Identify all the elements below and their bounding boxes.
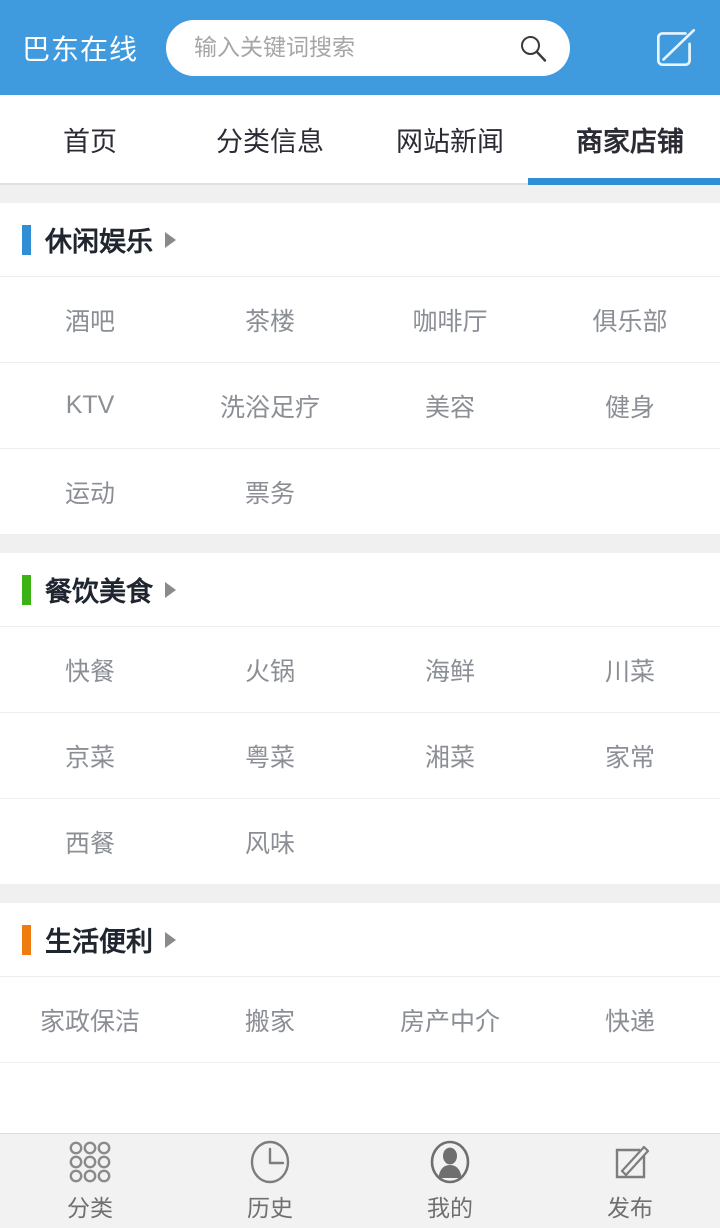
category-item[interactable]: 快餐 xyxy=(0,627,180,712)
chevron-right-icon[interactable] xyxy=(165,581,176,598)
category-item[interactable]: 家常 xyxy=(540,713,720,798)
section-title: 休闲娱乐 xyxy=(45,227,153,257)
nav-item-categories[interactable]: 分类 xyxy=(0,1134,180,1228)
chevron-right-icon[interactable] xyxy=(165,931,176,948)
category-item-empty xyxy=(360,799,540,884)
section-accent-bar xyxy=(22,224,31,255)
tab-home[interactable]: 首页 xyxy=(0,95,180,183)
category-item[interactable]: 茶楼 xyxy=(180,277,360,362)
category-item[interactable]: 粤菜 xyxy=(180,713,360,798)
category-item[interactable]: 搬家 xyxy=(180,977,360,1062)
nav-label: 历史 xyxy=(247,1195,293,1221)
grid-dots-icon xyxy=(67,1139,113,1185)
category-item[interactable]: 湘菜 xyxy=(360,713,540,798)
section-header-entertainment[interactable]: 休闲娱乐 xyxy=(0,203,720,277)
tab-classified[interactable]: 分类信息 xyxy=(180,95,360,183)
category-item[interactable]: 俱乐部 xyxy=(540,277,720,362)
category-item[interactable]: 家政保洁 xyxy=(0,977,180,1062)
search-input[interactable] xyxy=(194,34,519,61)
compose-icon[interactable] xyxy=(648,21,702,75)
category-item-empty xyxy=(360,449,540,534)
tab-shops[interactable]: 商家店铺 xyxy=(528,95,720,185)
category-item[interactable]: 风味 xyxy=(180,799,360,884)
category-row: 快餐 火锅 海鲜 川菜 xyxy=(0,627,720,713)
section-header-food[interactable]: 餐饮美食 xyxy=(0,553,720,627)
clock-icon xyxy=(247,1139,293,1185)
section-spacer xyxy=(0,535,720,553)
category-item-empty xyxy=(540,449,720,534)
chevron-right-icon[interactable] xyxy=(165,231,176,248)
tab-news[interactable]: 网站新闻 xyxy=(360,95,540,183)
search-icon[interactable] xyxy=(518,33,548,63)
category-item[interactable]: 西餐 xyxy=(0,799,180,884)
category-item[interactable]: 房产中介 xyxy=(360,977,540,1062)
main-tabs: 首页 分类信息 网站新闻 商家店铺 xyxy=(0,95,720,185)
category-item[interactable]: 健身 xyxy=(540,363,720,448)
bottom-nav: 分类 历史 我的 发布 xyxy=(0,1133,720,1228)
nav-item-history[interactable]: 历史 xyxy=(180,1134,360,1228)
category-row: 京菜 粤菜 湘菜 家常 xyxy=(0,713,720,799)
section-spacer xyxy=(0,185,720,203)
category-item[interactable]: 京菜 xyxy=(0,713,180,798)
user-circle-icon xyxy=(427,1139,473,1185)
category-row: 酒吧 茶楼 咖啡厅 俱乐部 xyxy=(0,277,720,363)
category-row: KTV 洗浴足疗 美容 健身 xyxy=(0,363,720,449)
search-bar[interactable] xyxy=(166,19,571,76)
section-spacer xyxy=(0,885,720,903)
category-item[interactable]: 美容 xyxy=(360,363,540,448)
category-row: 运动 票务 xyxy=(0,449,720,535)
category-item[interactable]: 酒吧 xyxy=(0,277,180,362)
category-item[interactable]: 洗浴足疗 xyxy=(180,363,360,448)
category-row: 家政保洁 搬家 房产中介 快递 xyxy=(0,977,720,1063)
category-item[interactable]: 火锅 xyxy=(180,627,360,712)
section-title: 生活便利 xyxy=(45,927,153,957)
nav-item-profile[interactable]: 我的 xyxy=(360,1134,540,1228)
nav-item-publish[interactable]: 发布 xyxy=(540,1134,720,1228)
section-header-life[interactable]: 生活便利 xyxy=(0,903,720,977)
app-brand: 巴东在线 xyxy=(22,33,139,65)
category-item[interactable]: 咖啡厅 xyxy=(360,277,540,362)
section-accent-bar xyxy=(22,574,31,605)
compose-square-icon xyxy=(607,1139,653,1185)
nav-label: 发布 xyxy=(607,1195,653,1221)
category-row: 西餐 风味 xyxy=(0,799,720,885)
category-item[interactable]: 海鲜 xyxy=(360,627,540,712)
category-item[interactable]: 川菜 xyxy=(540,627,720,712)
category-item-empty xyxy=(540,799,720,884)
section-accent-bar xyxy=(22,924,31,955)
section-title: 餐饮美食 xyxy=(45,577,153,607)
category-item[interactable]: 运动 xyxy=(0,449,180,534)
app-header: 巴东在线 xyxy=(0,0,720,95)
category-item[interactable]: 快递 xyxy=(540,977,720,1062)
category-item[interactable]: 票务 xyxy=(180,449,360,534)
nav-label: 我的 xyxy=(427,1195,473,1221)
category-item[interactable]: KTV xyxy=(0,363,180,448)
nav-label: 分类 xyxy=(67,1195,113,1221)
